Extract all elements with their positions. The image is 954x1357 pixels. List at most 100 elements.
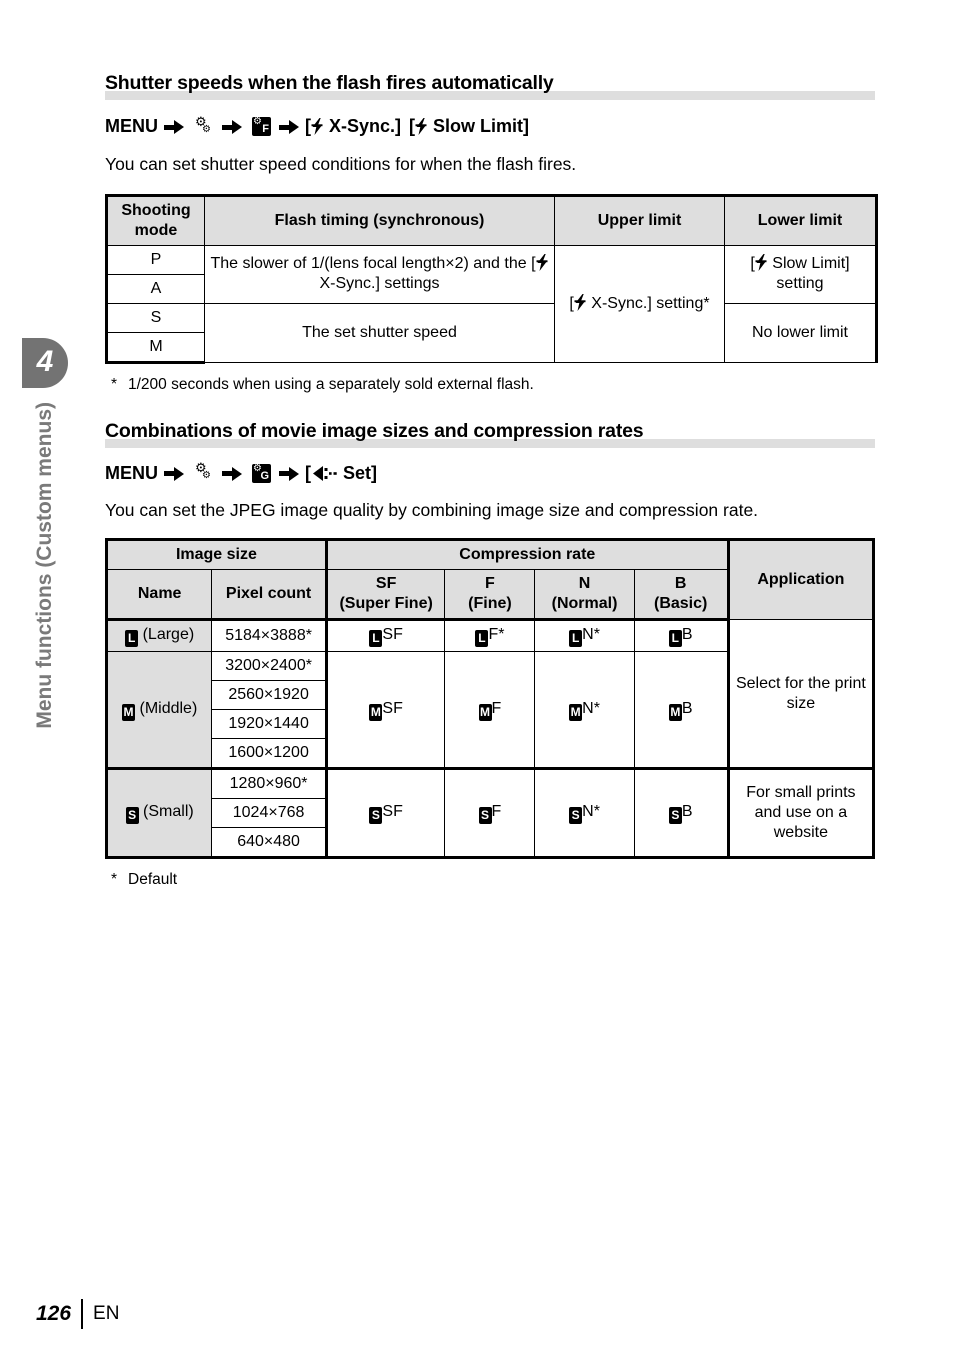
- language-code: EN: [93, 1303, 120, 1324]
- col-b-bottom: (Basic): [654, 595, 708, 613]
- custom-tab-g-icon: ⚙ G: [252, 462, 271, 483]
- pixel-count-middle-3: 1600×1200: [211, 738, 328, 771]
- page-footer: 126 EN: [36, 1299, 119, 1329]
- chapter-tab: 4: [22, 338, 68, 388]
- value-large-n: N*: [582, 626, 600, 644]
- pixel-count-large-0: 5184×3888*: [211, 619, 328, 653]
- value-middle-n: N*: [582, 699, 600, 717]
- badge-large-icon: L: [668, 630, 682, 648]
- menu-item-set: Set]: [343, 462, 378, 483]
- application-large-middle: Select for the print size: [727, 619, 876, 771]
- col-f-top: F: [485, 575, 495, 593]
- shutter-speeds-table: Shooting mode Flash timing (synchronous)…: [105, 193, 878, 364]
- badge-middle-icon: M: [668, 703, 682, 721]
- section2-menu-path: MENU ⚙ ⚙ ⚙ G [ Set]: [105, 461, 875, 484]
- flash-bolt-icon: [415, 118, 428, 135]
- value-small-n: N*: [582, 803, 600, 821]
- cell-small-n: S N*: [534, 768, 635, 860]
- mode-s: S: [105, 302, 205, 333]
- mode-m: M: [105, 331, 205, 364]
- mode-p: P: [105, 244, 205, 275]
- table-group-header-row: Image size Compression rate Application: [105, 538, 876, 621]
- footnote-text: Default: [128, 871, 178, 889]
- col-name: Name: [104, 569, 213, 622]
- pixel-count-small-2: 640×480: [211, 827, 328, 860]
- flash-bolt-icon: [536, 254, 549, 272]
- image-quality-icon: [312, 465, 338, 482]
- lower-limit-sm: No lower limit: [724, 302, 878, 363]
- table-row: S The set shutter speed No lower limit: [105, 302, 878, 363]
- cell-large-sf: L SF: [325, 619, 446, 653]
- right-arrow-icon: [164, 118, 186, 136]
- table-row: S (Small) 1280×960* S SF SF S N* SB For sm…: [104, 768, 876, 860]
- pixel-count-middle-2: 1920×1440: [211, 709, 328, 740]
- lower-limit-pa: [ Slow Limit] setting: [724, 244, 878, 304]
- cell-small-sf: S SF: [325, 768, 446, 860]
- custom-tab-letter: G: [260, 469, 269, 482]
- flash-bolt-icon: [311, 118, 324, 135]
- page-number: 126: [36, 1302, 72, 1325]
- col-n-bottom: (Normal): [551, 595, 618, 613]
- flash-timing-pa: The slower of 1/(lens focal length×2) an…: [204, 244, 555, 304]
- footnote-text: 1/200 seconds when using a separately so…: [128, 375, 534, 393]
- custom-tab-letter: F: [262, 123, 269, 135]
- custom-menu-gears-icon: ⚙ ⚙: [195, 114, 211, 135]
- badge-small-icon: S: [668, 807, 682, 825]
- menu-item-xsync: X-Sync.]: [329, 116, 402, 136]
- cell-middle-sf: MSF: [325, 651, 446, 771]
- section1-intro: You can set shutter speed conditions for…: [105, 154, 577, 174]
- menu-item-slow-limit: Slow Limit]: [433, 116, 530, 136]
- badge-large-icon: L: [569, 630, 583, 648]
- value-middle-f: F: [491, 699, 502, 717]
- flash-timing-pa-suffix: X-Sync.] settings: [319, 275, 440, 293]
- size-label-small: (Small): [143, 803, 194, 821]
- cell-small-f: SF: [444, 768, 536, 860]
- flash-timing-pa-prefix: The slower of 1/(lens focal length×2) an…: [210, 255, 536, 273]
- size-name-large: L (Large): [104, 619, 213, 653]
- col-sf: SF (Super Fine): [325, 569, 446, 622]
- cell-middle-f: MF: [444, 651, 536, 771]
- value-large-b: B: [681, 626, 693, 644]
- section1-heading-text: Shutter speeds when the flash fires auto…: [105, 72, 554, 94]
- table-header-row: Shooting mode Flash timing (synchronous)…: [105, 193, 878, 246]
- lower-limit-pa-suffix: Slow Limit] setting: [767, 255, 850, 293]
- group-image-size: Image size: [105, 538, 328, 571]
- image-size-compression-table: Image size Compression rate Application …: [104, 538, 876, 860]
- section2-heading: Combinations of movie image sizes and co…: [105, 420, 875, 448]
- badge-middle-icon: M: [122, 703, 136, 721]
- pixel-count-small-1: 1024×768: [211, 798, 328, 829]
- badge-small-icon: S: [369, 807, 383, 825]
- right-arrow-icon: [279, 118, 301, 136]
- menu-label: MENU: [105, 462, 158, 483]
- col-sf-top: SF: [375, 575, 397, 593]
- value-large-sf: SF: [382, 626, 403, 644]
- cell-small-b: SB: [633, 768, 730, 860]
- badge-large-icon: L: [475, 630, 489, 648]
- flash-timing-sm: The set shutter speed: [204, 302, 555, 363]
- chapter-title-text: Menu functions (Custom menus): [33, 402, 56, 729]
- value-middle-sf: SF: [382, 699, 403, 717]
- cell-middle-b: MB: [633, 651, 730, 771]
- custom-menu-gears-icon: ⚙ ⚙: [195, 461, 211, 482]
- footnote-marker: *: [111, 871, 118, 889]
- col-n: N (Normal): [534, 569, 635, 622]
- chapter-title-vertical: Menu functions (Custom menus): [24, 402, 66, 782]
- badge-middle-icon: M: [478, 703, 492, 721]
- bracket-open: [: [305, 462, 311, 483]
- section2-heading-text: Combinations of movie image sizes and co…: [105, 419, 644, 442]
- col-shooting-mode: Shooting mode: [105, 193, 205, 246]
- col-pixel-count: Pixel count: [211, 569, 328, 622]
- col-sf-bottom: (Super Fine): [339, 595, 433, 613]
- menu-label: MENU: [105, 116, 158, 136]
- flash-bolt-icon: [574, 293, 587, 311]
- col-b: B (Basic): [633, 569, 730, 622]
- table-row: P The slower of 1/(lens focal length×2) …: [105, 244, 878, 363]
- badge-small-icon: S: [478, 807, 492, 825]
- page-content: Shutter speeds when the flash fires auto…: [104, 0, 878, 889]
- cell-middle-n: MN*: [534, 651, 635, 771]
- custom-tab-f-icon: ⚙ F: [252, 116, 271, 136]
- right-arrow-icon: [279, 464, 301, 482]
- col-flash-timing: Flash timing (synchronous): [204, 193, 555, 246]
- application-small: For small prints and use on a website: [727, 768, 876, 860]
- section1-menu-path: MENU ⚙ ⚙ ⚙ F [ X-Sync.] [ Slow Limit]: [105, 116, 875, 137]
